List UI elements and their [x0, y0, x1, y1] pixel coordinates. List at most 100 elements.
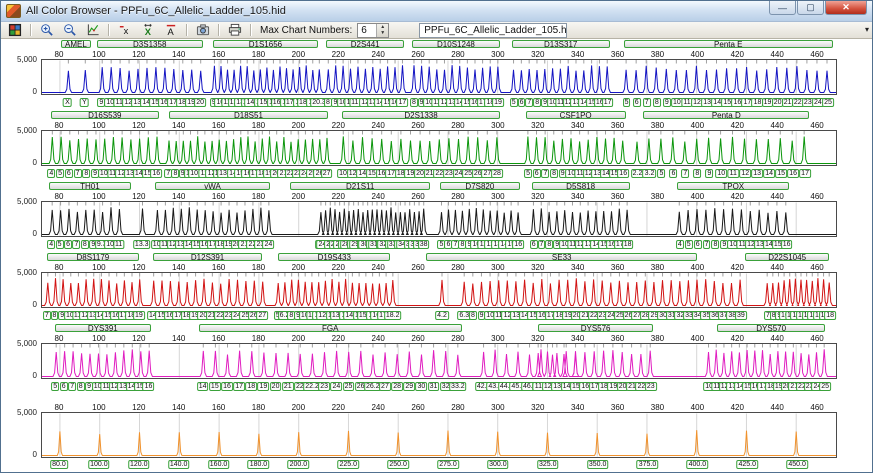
- close-button[interactable]: ✕: [825, 1, 867, 15]
- marker-label-D5S818: D5S818: [531, 182, 630, 190]
- electropherogram-row-2-green: D16S539 D18S51 D2S1338 CSF1PO Penta D 80 100 12…: [1, 110, 872, 181]
- zoom-out-icon[interactable]: [59, 23, 80, 37]
- axis-tick-340: 340: [570, 263, 585, 272]
- marker-label-D7S820: D7S820: [439, 182, 520, 190]
- color-grid-icon[interactable]: [4, 23, 25, 37]
- axis-tick-300: 300: [491, 403, 505, 412]
- title-bar[interactable]: All Color Browser - PPFu_6C_Allelic_Ladd…: [1, 1, 872, 22]
- allele-label: 16: [512, 240, 525, 249]
- allele-label: 9: [662, 98, 671, 107]
- allele-label: 31: [427, 382, 440, 391]
- axis-tick-120: 120: [132, 334, 146, 343]
- file-name-field[interactable]: PPFu_6C_Allelic_Ladder_105.hid: [419, 22, 568, 38]
- trace-red: [42, 273, 836, 307]
- allele-label: Y: [80, 98, 89, 107]
- axis-tick-80: 80: [54, 334, 64, 343]
- allele-label: 16: [150, 169, 163, 178]
- axis-tick-440: 440: [770, 403, 784, 412]
- allele-label: 6: [532, 169, 541, 178]
- axis-tick-240: 240: [371, 334, 385, 343]
- axis-tick-280: 280: [451, 121, 465, 130]
- y-axis-max-label: 5,000: [16, 408, 37, 417]
- allele-label: 7: [541, 169, 550, 178]
- plot-area-blue[interactable]: [41, 59, 837, 95]
- marker-label-FGA: FGA: [198, 324, 462, 332]
- allele-label: 11: [112, 240, 125, 249]
- y-axis-max-label: 5,000: [16, 268, 37, 277]
- maximize-button[interactable]: ▢: [797, 1, 824, 15]
- allele-label: 8: [693, 169, 702, 178]
- allele-label: 27: [320, 169, 333, 178]
- axis-tick-420: 420: [730, 192, 744, 201]
- axis-tick-280: 280: [451, 50, 465, 59]
- plot-area-orange[interactable]: [41, 412, 837, 458]
- toolbar-separator: [250, 24, 251, 36]
- axis-tick-360: 360: [610, 121, 625, 130]
- axis-tick-240: 240: [371, 192, 385, 201]
- marker-label-D2S441: D2S441: [326, 40, 405, 48]
- axis-tick-160: 160: [211, 121, 226, 130]
- size-axis: 80 100 120 140 160 180 200 220 240 260 280 300 320 34…: [41, 263, 837, 272]
- zoom-in-icon[interactable]: [36, 23, 57, 37]
- allele-label: 7: [681, 169, 690, 178]
- allele-label: 6: [632, 98, 641, 107]
- axis-tick-180: 180: [251, 403, 266, 412]
- axis-tick-400: 400: [690, 121, 705, 130]
- axis-tick-460: 460: [810, 192, 824, 201]
- allele-label: 19: [257, 382, 270, 391]
- plot-area-red[interactable]: [41, 272, 837, 308]
- minimize-button[interactable]: —: [769, 1, 796, 15]
- allele-label: 3.2: [642, 169, 657, 178]
- snapshot-icon[interactable]: [192, 23, 213, 37]
- allele-label: 180.0: [247, 460, 270, 469]
- axis-tick-300: 300: [491, 263, 505, 272]
- axis-tick-100: 100: [92, 50, 106, 59]
- axis-tick-440: 440: [770, 192, 784, 201]
- allele-label-band: 4 5 6 7 8 9 9.3 10 11 13.3 10 11 12 13 14 15 16 17 18 19 20 2…: [41, 239, 837, 250]
- allele-label: 140.0: [167, 460, 190, 469]
- charts-area: AMEL D3S1358 D1S1656 D2S441 D10S1248 D13S317 P…: [1, 39, 872, 472]
- size-axis: 80 100 120 140 160 180 200 220 240 260 280 300 320 34…: [41, 192, 837, 201]
- axis-tick-380: 380: [650, 50, 665, 59]
- axis-tick-420: 420: [730, 334, 744, 343]
- allele-label: 225.0: [337, 460, 359, 469]
- allele-label: 5: [684, 240, 693, 249]
- plot-area-black[interactable]: [41, 201, 837, 237]
- allele-label: 250.0: [387, 460, 409, 469]
- toolbar: x X A Max Chart Numbers: 6 ▲ ▼ PPFu_6C_All…: [1, 22, 872, 39]
- allele-label: 5: [657, 169, 666, 178]
- plot-area-magenta[interactable]: [41, 343, 837, 379]
- toolbar-overflow-icon[interactable]: ▾: [865, 25, 869, 34]
- allele-label: 39: [735, 311, 747, 320]
- allele-label: 27: [379, 382, 391, 391]
- allele-label: 7: [537, 240, 546, 249]
- axis-tick-420: 420: [730, 50, 744, 59]
- allele-label: 8: [76, 382, 85, 391]
- max-chart-numbers-spinner[interactable]: 6 ▲ ▼: [357, 22, 390, 38]
- allele-label: 6: [517, 98, 526, 107]
- marker-label-D18S51: D18S51: [168, 111, 329, 119]
- axis-tick-80: 80: [54, 403, 64, 412]
- chart-zoom-icon[interactable]: [82, 23, 103, 37]
- marker-label-Penta-D: Penta D: [643, 111, 810, 119]
- spinner-down-icon[interactable]: ▼: [377, 30, 388, 37]
- window-title: All Color Browser - PPFu_6C_Allelic_Ladd…: [26, 5, 286, 17]
- allele-label: 100.0: [88, 460, 110, 469]
- plot-area-green[interactable]: [41, 130, 837, 166]
- all-color-browser-window: All Color Browser - PPFu_6C_Allelic_Ladd…: [0, 0, 873, 473]
- print-icon[interactable]: [224, 23, 245, 37]
- remove-size-label-icon[interactable]: x: [114, 23, 135, 37]
- axis-tick-400: 400: [690, 263, 705, 272]
- allele-label: 23: [318, 382, 331, 391]
- electropherogram-row-3-black: TH01 vWA D21S11 D7S820 D5S818 TPOX 80 100 120 140…: [1, 181, 872, 252]
- label-display-icon[interactable]: A: [160, 23, 181, 37]
- marker-label-TH01: TH01: [48, 182, 131, 190]
- axis-tick-440: 440: [770, 263, 784, 272]
- marker-label-AMEL: AMEL: [60, 40, 91, 48]
- axis-tick-320: 320: [531, 192, 545, 201]
- axis-tick-80: 80: [54, 192, 64, 201]
- allele-label: 5: [56, 169, 65, 178]
- allele-label: 23: [644, 382, 657, 391]
- scale-x-icon[interactable]: X: [137, 23, 158, 37]
- allele-label: 7: [525, 98, 534, 107]
